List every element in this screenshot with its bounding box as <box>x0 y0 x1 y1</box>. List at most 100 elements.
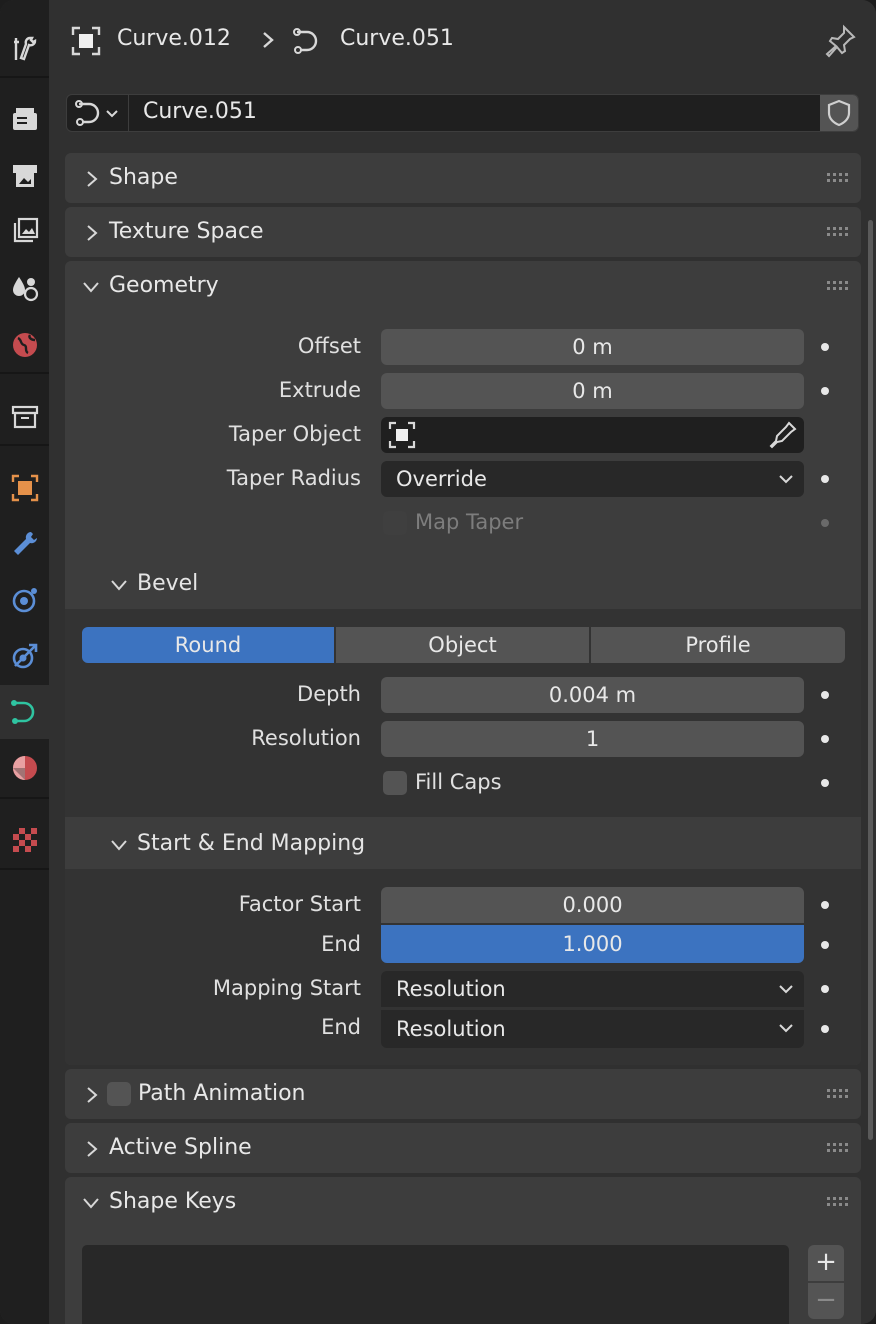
factor-end-field[interactable]: 1.000 <box>381 925 804 963</box>
mapping-start-dropdown[interactable]: Resolution <box>381 971 804 1007</box>
fake-user-shield-icon[interactable] <box>820 95 858 131</box>
taper-radius-value: Override <box>396 467 487 491</box>
bevel-mode-profile[interactable]: Profile <box>591 627 845 663</box>
panel-title: Geometry <box>109 273 219 298</box>
panel-title: Shape <box>109 165 178 190</box>
remove-shape-key-button[interactable]: − <box>808 1283 844 1319</box>
panel-path-animation-header[interactable]: Path Animation <box>65 1069 861 1119</box>
bevel-mode-round[interactable]: Round <box>82 627 334 663</box>
curve-data-icon[interactable] <box>0 685 49 739</box>
panel-shape-header[interactable]: Shape <box>65 153 861 203</box>
map-taper-label: Map Taper <box>415 510 524 534</box>
eyedropper-icon[interactable] <box>768 420 798 450</box>
collection-icon[interactable] <box>0 390 49 444</box>
scene-icon[interactable] <box>0 261 49 315</box>
panel-shape-keys-header[interactable]: Shape Keys <box>65 1177 861 1227</box>
chevron-down-icon <box>779 1024 793 1033</box>
panel-geometry: Geometry Offset 0 m Extrude 0 m Taper Ob… <box>65 261 861 1065</box>
world-icon[interactable] <box>0 318 49 372</box>
properties-tab-strip <box>0 0 49 1324</box>
panel-shape-keys: Shape Keys + − <box>65 1177 861 1324</box>
mapping-subpanel-header[interactable]: Start & End Mapping <box>65 819 861 869</box>
mapping-start-label: Mapping Start <box>212 976 361 1000</box>
shape-keys-list[interactable] <box>82 1245 789 1324</box>
chevron-right-icon <box>87 1141 98 1157</box>
path-animation-checkbox[interactable] <box>107 1082 131 1106</box>
modifier-icon[interactable] <box>0 517 49 571</box>
output-icon[interactable] <box>0 149 49 203</box>
fill-caps-label: Fill Caps <box>415 770 502 794</box>
render-icon[interactable] <box>0 92 49 146</box>
pin-icon[interactable] <box>825 24 857 63</box>
keyframe-dot[interactable] <box>821 779 829 787</box>
depth-label: Depth <box>297 682 361 706</box>
chevron-right-icon <box>87 225 98 241</box>
material-icon[interactable] <box>0 741 49 795</box>
mapping-end-dropdown[interactable]: Resolution <box>381 1010 804 1048</box>
keyframe-dot[interactable] <box>821 1025 829 1033</box>
panel-geometry-header[interactable]: Geometry <box>65 261 861 311</box>
bevel-title: Bevel <box>137 571 199 596</box>
curve-datablock-selector[interactable]: Curve.051 <box>66 94 859 132</box>
offset-field[interactable]: 0 m <box>381 329 804 365</box>
drag-grip-icon[interactable] <box>827 173 849 183</box>
fill-caps-checkbox[interactable] <box>383 771 407 795</box>
datablock-browse-button[interactable] <box>67 95 129 131</box>
drag-grip-icon[interactable] <box>827 1197 849 1207</box>
resolution-field[interactable]: 1 <box>381 721 804 757</box>
panel-shape: Shape <box>65 153 861 203</box>
taper-object-field[interactable] <box>381 417 804 453</box>
bevel-mode-object[interactable]: Object <box>336 627 589 663</box>
drag-grip-icon[interactable] <box>827 227 849 237</box>
panel-title: Path Animation <box>138 1081 306 1106</box>
bevel-subpanel-header[interactable]: Bevel <box>65 559 861 609</box>
mapping-title: Start & End Mapping <box>137 831 366 856</box>
panel-title: Texture Space <box>109 219 264 244</box>
keyframe-dot[interactable] <box>821 901 829 909</box>
keyframe-dot[interactable] <box>821 941 829 949</box>
drag-grip-icon[interactable] <box>827 281 849 291</box>
keyframe-dot[interactable] <box>821 691 829 699</box>
properties-main: Curve.012 Curve.051 Curve.051 Shape Text… <box>49 0 876 1324</box>
add-shape-key-button[interactable]: + <box>808 1245 844 1281</box>
particles-icon[interactable] <box>0 573 49 627</box>
object-icon[interactable] <box>0 461 49 515</box>
panel-texture-space-header[interactable]: Texture Space <box>65 207 861 257</box>
panel-path-animation: Path Animation <box>65 1069 861 1119</box>
breadcrumb-object: Curve.012 <box>117 26 231 51</box>
extrude-field[interactable]: 0 m <box>381 373 804 409</box>
object-icon <box>388 421 416 449</box>
view-layer-icon[interactable] <box>0 204 49 258</box>
physics-icon[interactable] <box>0 629 49 683</box>
taper-radius-dropdown[interactable]: Override <box>381 461 804 497</box>
offset-label: Offset <box>297 334 361 358</box>
keyframe-dot[interactable] <box>821 519 829 527</box>
drag-grip-icon[interactable] <box>827 1143 849 1153</box>
chevron-right-icon <box>87 171 98 187</box>
datablock-name-field[interactable]: Curve.051 <box>143 99 257 124</box>
chevron-down-icon <box>83 1198 99 1209</box>
factor-start-field[interactable]: 0.000 <box>381 887 804 923</box>
drag-grip-icon[interactable] <box>827 1089 849 1099</box>
keyframe-dot[interactable] <box>821 343 829 351</box>
keyframe-dot[interactable] <box>821 985 829 993</box>
scrollbar[interactable] <box>868 220 873 1140</box>
breadcrumb: Curve.012 Curve.051 <box>49 0 876 82</box>
panel-texture-space: Texture Space <box>65 207 861 257</box>
keyframe-dot[interactable] <box>821 387 829 395</box>
keyframe-dot[interactable] <box>821 735 829 743</box>
panel-active-spline-header[interactable]: Active Spline <box>65 1123 861 1173</box>
factor-end-label: End <box>321 932 361 956</box>
extrude-label: Extrude <box>278 378 361 402</box>
panel-title: Active Spline <box>109 1135 252 1160</box>
chevron-down-icon <box>111 840 127 851</box>
object-icon <box>71 26 101 61</box>
factor-start-label: Factor Start <box>238 892 361 916</box>
depth-field[interactable]: 0.004 m <box>381 677 804 713</box>
keyframe-dot[interactable] <box>821 475 829 483</box>
curve-data-icon <box>293 26 323 61</box>
texture-icon[interactable] <box>0 813 49 867</box>
tool-icon[interactable] <box>0 22 49 76</box>
breadcrumb-data: Curve.051 <box>340 26 454 51</box>
map-taper-checkbox[interactable] <box>383 511 407 535</box>
